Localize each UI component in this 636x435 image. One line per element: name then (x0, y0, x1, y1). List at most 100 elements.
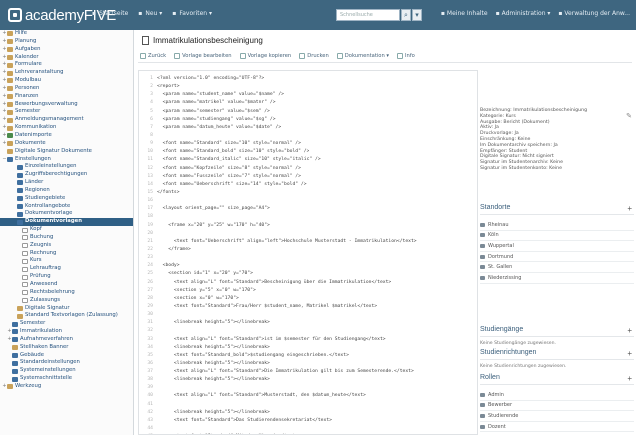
sidebar-item[interactable]: Digitale Signatur Dokumente (0, 148, 133, 156)
sidebar-item[interactable]: + Finanzen (0, 93, 133, 101)
sidebar-item[interactable]: Kontrollangebote (0, 203, 133, 211)
code-line: 34 <linebreak height="5"></linebreak> (139, 344, 477, 352)
toolbar-button[interactable]: Drucken (299, 53, 329, 59)
add-rolle-icon[interactable]: + (627, 374, 632, 383)
code-text: <text align="L" font="Standard">Die Imma… (157, 369, 414, 375)
sidebar-item[interactable]: Rechtsbelehrung (0, 289, 133, 297)
code-line: 9 <font name="Standard" size="10" style=… (139, 140, 477, 148)
top-right-item[interactable]: ▪ Administration ▾ (496, 10, 551, 17)
code-line: 40 <text align="L" font="Standard">Muste… (139, 392, 477, 400)
sidebar-item[interactable]: − Einstellungen (0, 156, 133, 164)
line-number: 37 (147, 369, 153, 375)
code-editor[interactable]: 1 <?xml version="1.0" encoding="UTF-8"?> 2… (138, 70, 478, 435)
top-nav-item[interactable]: ▪ Favoriten ▾ (172, 10, 212, 17)
studienrichtungen-empty-note: Keine Studienrichtungen zugewiesen. (480, 364, 567, 369)
sidebar-item[interactable]: + Formulare (0, 61, 133, 69)
sidebar-item[interactable]: Stellhaken Banner (0, 344, 133, 352)
sidebar-item[interactable]: Buchung (0, 234, 133, 242)
code-text: <linebreak height="5"></linebreak> (157, 377, 270, 383)
toolbar-button[interactable]: Vorlage kopieren (239, 53, 291, 59)
sidebar-item[interactable]: Kurs (0, 257, 133, 265)
line-number: 3 (150, 92, 153, 98)
list-item[interactable]: Bewerber (480, 401, 634, 412)
sidebar-item[interactable]: Rechnung (0, 250, 133, 258)
sidebar-item[interactable]: + Planung (0, 38, 133, 46)
sidebar-item-label: Werkzeug (15, 382, 42, 389)
sidebar-item[interactable]: + Modulbau (0, 77, 133, 85)
page-header: Immatrikulationsbescheinigung (142, 36, 263, 45)
sidebar-item[interactable]: Zeugnis (0, 242, 133, 250)
list-item[interactable]: Wuppertal (480, 241, 634, 252)
list-item[interactable]: Studierende (480, 411, 634, 422)
code-text: </fonts> (157, 189, 180, 195)
sidebar-item[interactable]: Standard Textvorlagen (Zulassung) (0, 312, 133, 320)
code-line: 44 (139, 425, 477, 433)
sidebar-item[interactable]: Zugriffsberechtigungen (0, 171, 133, 179)
sidebar-item[interactable]: + Aufnahmeverfahren (0, 336, 133, 344)
list-item[interactable]: St. Gallen (480, 262, 634, 273)
sidebar-item[interactable]: Dokumentvorlagen (0, 218, 133, 227)
sidebar-item[interactable]: Standardeinstellungen (0, 359, 133, 367)
line-number: 30 (147, 312, 153, 318)
list-item[interactable]: Köln (480, 231, 634, 242)
sidebar-item[interactable]: + Immatrikulation (0, 328, 133, 336)
sidebar-item-label: Kopf (30, 226, 42, 233)
top-right-item[interactable]: ▪ Verwaltung der Anw... (558, 10, 630, 17)
sidebar-item[interactable]: Digitale Signatur (0, 305, 133, 313)
sidebar-item[interactable]: Gebäude (0, 352, 133, 360)
sidebar-item[interactable]: Regionen (0, 187, 133, 195)
section-studiengaenge-title: Studiengänge (480, 326, 524, 333)
sidebar-item[interactable]: Länder (0, 179, 133, 187)
sidebar-item[interactable]: + Aufgaben (0, 46, 133, 54)
toolbar-button[interactable]: Zurück (140, 53, 166, 59)
toolbar-button[interactable]: Info (397, 53, 415, 59)
sidebar-item[interactable]: + Anmeldungsmanagement (0, 116, 133, 124)
list-item-label: Studierende (488, 412, 519, 419)
list-item[interactable]: Rheinau (480, 220, 634, 231)
toolbar-button[interactable]: Vorlage bearbeiten (174, 53, 232, 59)
list-item[interactable]: Niederzissing (480, 273, 634, 284)
sidebar-item-label: Studiengebiete (25, 194, 66, 201)
sidebar-item[interactable]: + Datenimporte (0, 132, 133, 140)
top-right-item[interactable]: ▪ Meine Inhalte (441, 10, 488, 17)
sidebar-item[interactable]: Zulassungs (0, 297, 133, 305)
top-nav-item[interactable]: ▪ Startseite (92, 10, 128, 17)
sidebar-item[interactable]: Studiengebiete (0, 195, 133, 203)
sidebar-item[interactable]: + Werkzeug (0, 383, 133, 391)
sidebar-item[interactable]: + Lehrveranstaltung (0, 69, 133, 77)
sidebar-item-label: Gebäude (20, 351, 44, 358)
add-studiengang-icon[interactable]: + (627, 326, 632, 335)
sidebar-item[interactable]: + Kalender (0, 54, 133, 62)
sidebar-item[interactable]: Kopf (0, 226, 133, 234)
sidebar-item[interactable]: Dokumentvorlage (0, 210, 133, 218)
search-icon[interactable]: ⌕ (401, 9, 411, 21)
list-item[interactable]: Dortmund (480, 252, 634, 263)
sidebar-item[interactable]: Lehrauftrag (0, 265, 133, 273)
toolbar-button[interactable]: Dokumentation ▾ (336, 53, 389, 59)
sidebar-item[interactable]: + Personen (0, 85, 133, 93)
sidebar-item[interactable]: Anwesend (0, 281, 133, 289)
search-options-icon[interactable]: ▾ (412, 9, 422, 21)
add-studienrichtung-icon[interactable]: + (627, 349, 632, 358)
edit-properties-icon[interactable]: ✎ (626, 112, 632, 120)
sidebar-item[interactable]: + Semester (0, 108, 133, 116)
sidebar-item[interactable]: + Kommunikation (0, 124, 133, 132)
code-line: 43 <text font="Standard">Das Studierende… (139, 417, 477, 425)
add-standort-icon[interactable]: + (627, 204, 632, 213)
list-item[interactable]: Admin (480, 390, 634, 401)
section-rollen-title: Rollen (480, 374, 500, 381)
folder-icon (22, 274, 28, 280)
sidebar-item[interactable]: Systemeinstellungen (0, 367, 133, 375)
list-item[interactable]: Dozent (480, 422, 634, 433)
top-nav-item[interactable]: ▪ Neu ▾ (138, 10, 162, 17)
search-input[interactable]: Schnellsuche (336, 9, 400, 21)
sidebar-item[interactable]: + Hilfe (0, 30, 133, 38)
sidebar-item[interactable]: + Dokumente (0, 140, 133, 148)
sidebar-item[interactable]: Einzeleinstellungen (0, 163, 133, 171)
sidebar-item[interactable]: Prüfung (0, 273, 133, 281)
sidebar-item[interactable]: Systemschnittstelle (0, 375, 133, 383)
sidebar-item[interactable]: + Bewerbungsverwaltung (0, 101, 133, 109)
sidebar-item[interactable]: Semester (0, 320, 133, 328)
code-line: 30 (139, 311, 477, 319)
code-line: 12 <font name="Kopfzeile" size="8" style… (139, 165, 477, 173)
